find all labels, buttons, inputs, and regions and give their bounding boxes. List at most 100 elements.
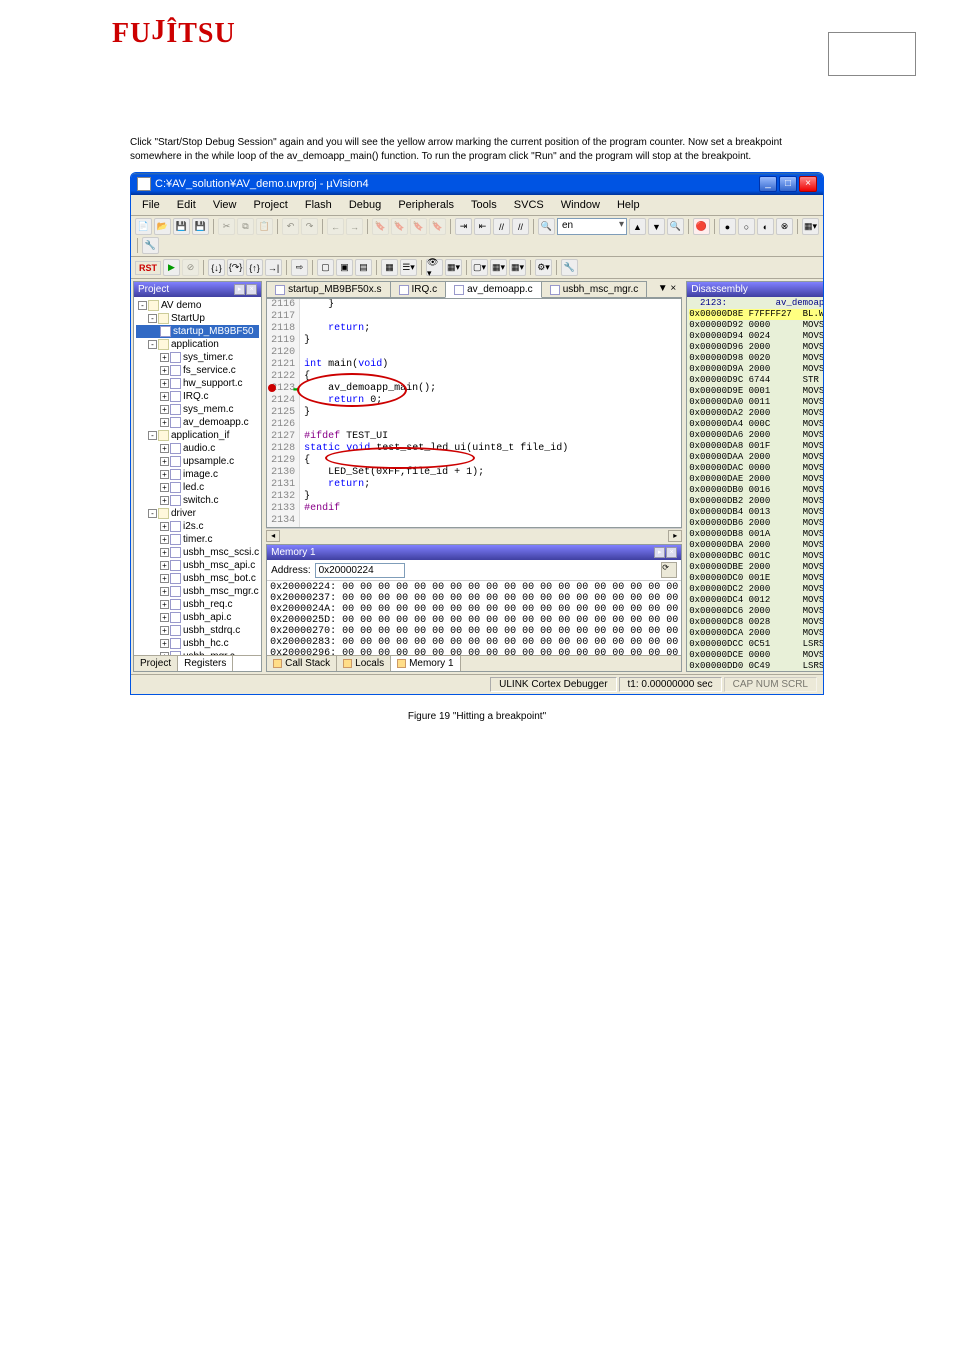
menu-peripherals[interactable]: Peripherals xyxy=(391,197,461,213)
tree-group[interactable]: -driver xyxy=(136,507,259,520)
tree-file[interactable]: +i2s.c xyxy=(136,520,259,533)
menu-svcs[interactable]: SVCS xyxy=(507,197,551,213)
editor-tab[interactable]: usbh_msc_mgr.c xyxy=(541,281,648,297)
tree-file[interactable]: +fs_service.c xyxy=(136,364,259,377)
outdent-icon[interactable]: ⇤ xyxy=(474,218,491,235)
system-viewer-icon[interactable]: ⚙▾ xyxy=(535,259,552,276)
scroll-right-icon[interactable]: ▸ xyxy=(668,530,682,542)
step-out-icon[interactable]: {↑} xyxy=(246,259,263,276)
tree-file[interactable]: +hw_support.c xyxy=(136,377,259,390)
serial-win-icon[interactable]: ▢▾ xyxy=(471,259,488,276)
tree-file[interactable]: +audio.c xyxy=(136,442,259,455)
registers-tab[interactable]: Registers xyxy=(178,656,233,671)
bookmark-icon[interactable]: 🔖 xyxy=(372,218,389,235)
disasm-listing[interactable]: 2123: av_demoapp_main();0x00000D8E F7FFF… xyxy=(687,297,824,671)
save-all-icon[interactable]: 💾 xyxy=(192,218,209,235)
panel-close-icon[interactable]: × xyxy=(246,284,257,295)
find-combo[interactable]: en xyxy=(557,218,627,235)
menu-help[interactable]: Help xyxy=(610,197,647,213)
show-next-icon[interactable]: ⇨ xyxy=(291,259,308,276)
tree-group[interactable]: -StartUp xyxy=(136,312,259,325)
tree-file[interactable]: startup_MB9BF50 xyxy=(136,325,259,338)
tree-file[interactable]: +usbh_hc.c xyxy=(136,637,259,650)
copy-icon[interactable]: ⧉ xyxy=(237,218,254,235)
window-layout-icon[interactable]: ▦▾ xyxy=(802,218,819,235)
step-icon[interactable]: {↓} xyxy=(208,259,225,276)
bookmark-clear-icon[interactable]: 🔖 xyxy=(429,218,446,235)
menu-flash[interactable]: Flash xyxy=(298,197,339,213)
tree-root[interactable]: -AV demo xyxy=(136,299,259,312)
find-infiles-icon[interactable]: 🔍 xyxy=(667,218,684,235)
menu-debug[interactable]: Debug xyxy=(342,197,388,213)
titlebar[interactable]: C:¥AV_solution¥AV_demo.uvproj - µVision4… xyxy=(131,173,823,195)
menu-edit[interactable]: Edit xyxy=(170,197,203,213)
symbols-win-icon[interactable]: ▤ xyxy=(355,259,372,276)
callstack-win-icon[interactable]: ☰▾ xyxy=(400,259,417,276)
breakpoint-disable-icon[interactable]: ◐ xyxy=(757,218,774,235)
tree-group[interactable]: -application xyxy=(136,338,259,351)
panel-auto-hide-icon[interactable]: ▸ xyxy=(234,284,245,295)
stop-icon[interactable]: ⊘ xyxy=(182,259,199,276)
breakpoint-insert-icon[interactable]: ● xyxy=(719,218,736,235)
menu-project[interactable]: Project xyxy=(247,197,295,213)
menu-file[interactable]: File xyxy=(135,197,167,213)
forward-icon[interactable]: → xyxy=(346,218,363,235)
editor-tab[interactable]: startup_MB9BF50x.s xyxy=(266,281,390,297)
locals-tab[interactable]: Locals xyxy=(337,656,391,671)
memory-tab[interactable]: Memory 1 xyxy=(391,656,460,671)
run-icon[interactable]: ▶ xyxy=(163,259,180,276)
tree-file[interactable]: +usbh_api.c xyxy=(136,611,259,624)
tree-file[interactable]: +usbh_req.c xyxy=(136,598,259,611)
tree-file[interactable]: +timer.c xyxy=(136,533,259,546)
find-prev-icon[interactable]: ▲ xyxy=(629,218,646,235)
tree-file[interactable]: +usbh_msc_api.c xyxy=(136,559,259,572)
redo-icon[interactable]: ↷ xyxy=(301,218,318,235)
tree-file[interactable]: +image.c xyxy=(136,468,259,481)
project-tab[interactable]: Project xyxy=(134,656,178,671)
toolbox-icon[interactable]: 🔧 xyxy=(561,259,578,276)
find-icon[interactable]: 🔍 xyxy=(538,218,555,235)
breakpoint-kill-icon[interactable]: ⊗ xyxy=(776,218,793,235)
menu-window[interactable]: Window xyxy=(554,197,607,213)
analysis-win-icon[interactable]: ▦▾ xyxy=(490,259,507,276)
undo-icon[interactable]: ↶ xyxy=(282,218,299,235)
editor-tab[interactable]: av_demoapp.c xyxy=(445,281,542,298)
tree-file[interactable]: +usbh_msc_bot.c xyxy=(136,572,259,585)
disasm-win-icon[interactable]: ▣ xyxy=(336,259,353,276)
tree-file[interactable]: +led.c xyxy=(136,481,259,494)
tree-file[interactable]: +usbh_msc_scsi.c xyxy=(136,546,259,559)
code-area[interactable]: } return;} int main(void){ av_demoapp_ma… xyxy=(300,299,681,527)
scroll-left-icon[interactable]: ◂ xyxy=(266,530,280,542)
cut-icon[interactable]: ✂ xyxy=(218,218,235,235)
tab-overflow[interactable]: ▼ × xyxy=(652,281,683,297)
callstack-tab[interactable]: Call Stack xyxy=(267,656,337,671)
configure-icon[interactable]: 🔧 xyxy=(142,237,159,254)
open-icon[interactable]: 📂 xyxy=(154,218,171,235)
bookmark-next-icon[interactable]: 🔖 xyxy=(410,218,427,235)
trace-win-icon[interactable]: ▦▾ xyxy=(509,259,526,276)
uncomment-icon[interactable]: // xyxy=(512,218,529,235)
address-input[interactable] xyxy=(315,563,405,578)
menu-view[interactable]: View xyxy=(206,197,244,213)
find-next-icon[interactable]: ▼ xyxy=(648,218,665,235)
breakpoint-enable-icon[interactable]: ○ xyxy=(738,218,755,235)
save-icon[interactable]: 💾 xyxy=(173,218,190,235)
paste-icon[interactable]: 📋 xyxy=(256,218,273,235)
code-editor[interactable]: 2116211721182119212021212122212321242125… xyxy=(266,298,682,528)
tree-file[interactable]: +usbh_msc_mgr.c xyxy=(136,585,259,598)
menu-tools[interactable]: Tools xyxy=(464,197,504,213)
close-button[interactable]: × xyxy=(799,176,817,192)
command-win-icon[interactable]: ▢ xyxy=(317,259,334,276)
watch-win-icon[interactable]: 👁▾ xyxy=(426,259,443,276)
reset-button[interactable]: RST xyxy=(135,261,161,275)
memory-refresh-icon[interactable]: ⟳ xyxy=(661,562,677,578)
tree-file[interactable]: +av_demoapp.c xyxy=(136,416,259,429)
minimize-button[interactable]: _ xyxy=(759,176,777,192)
project-tree[interactable]: -AV demo -StartUp startup_MB9BF50 -appli… xyxy=(134,297,261,655)
back-icon[interactable]: ← xyxy=(327,218,344,235)
tree-group[interactable]: -application_if xyxy=(136,429,259,442)
tree-file[interactable]: +sys_mem.c xyxy=(136,403,259,416)
panel-auto-hide-icon[interactable]: ▸ xyxy=(654,547,665,558)
editor-tab[interactable]: IRQ.c xyxy=(390,281,447,297)
bookmark-prev-icon[interactable]: 🔖 xyxy=(391,218,408,235)
